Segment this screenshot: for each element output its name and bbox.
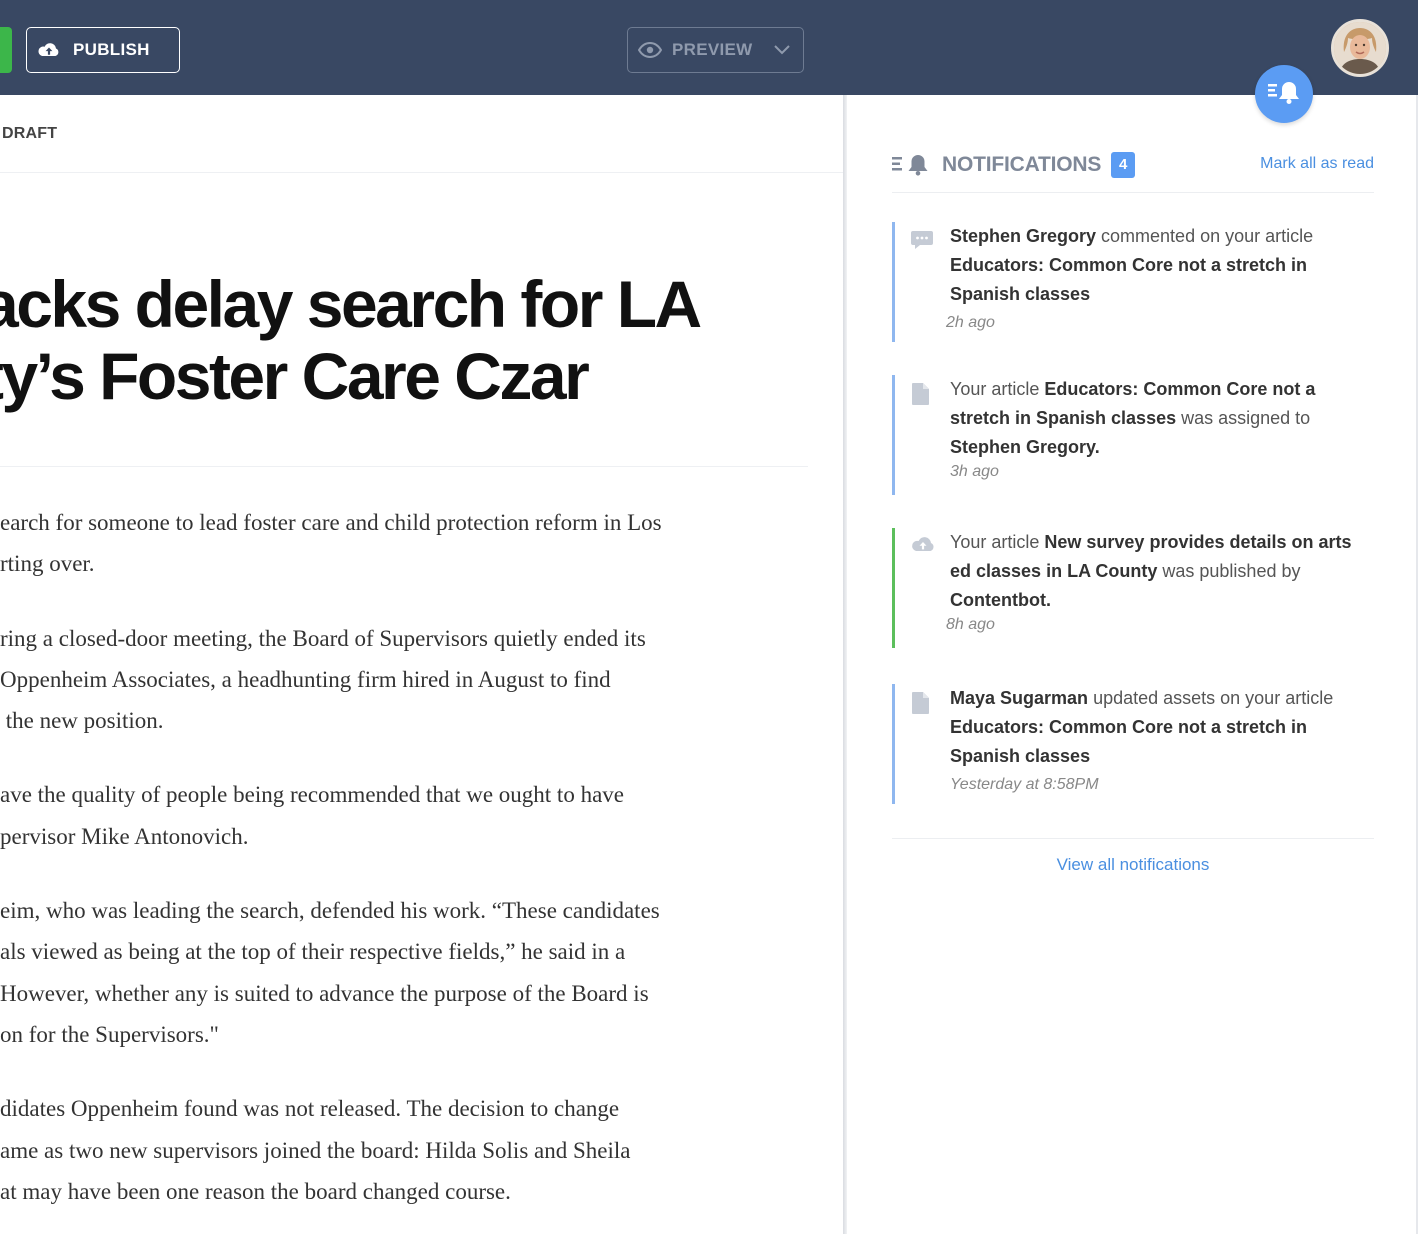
notifications-title: NOTIFICATIONS [942,153,1102,176]
notification-time: 2h ago [946,314,995,331]
document-icon [910,382,936,405]
view-all-notifications-link[interactable]: View all notifications [892,855,1374,875]
article-status: DRAFT [2,125,58,142]
eye-icon [638,42,664,58]
notifications-count-badge: 4 [1111,152,1136,178]
notification-actor: Stephen Gregory [950,226,1097,246]
notification-article[interactable]: Educators: Common Core not a stretch in … [950,717,1307,766]
notification-item[interactable]: Your article New survey provides details… [892,528,1374,648]
preview-button[interactable]: PREVIEW [627,27,804,73]
divider [892,192,1374,193]
article-paragraph[interactable]: ave the quality of people being recommen… [0,774,810,857]
article-editor: DRAFT acks delay search for LA ty’s Fost… [0,95,845,1234]
user-avatar[interactable] [1331,19,1389,77]
cloud-upload-icon [37,40,63,60]
divider [0,466,808,467]
notification-time: Yesterday at 8:58PM [950,776,1099,793]
notification-assignee: Stephen Gregory. [950,437,1100,457]
notification-text: Maya Sugarman updated assets on your art… [950,688,1334,766]
article-paragraph[interactable]: ring a closed-door meeting, the Board of… [0,618,810,742]
notification-article[interactable]: Educators: Common Core not a stretch in … [950,255,1307,304]
article-paragraph[interactable]: earch for someone to lead foster care an… [0,502,810,585]
divider [892,838,1374,839]
mark-all-read-link[interactable]: Mark all as read [1260,155,1374,173]
document-icon [910,691,936,714]
notifications-panel: NOTIFICATIONS 4 Mark all as read Stephen… [847,95,1416,1234]
article-paragraph[interactable]: eim, who was leading the search, defende… [0,890,810,1055]
notification-text: Your article Educators: Common Core not … [950,379,1316,457]
notification-item[interactable]: Maya Sugarman updated assets on your art… [892,684,1374,804]
comment-icon [910,229,936,251]
bell-icon [892,153,930,177]
save-button-edge[interactable] [0,27,12,73]
article-headline[interactable]: acks delay search for LA ty’s Foster Car… [0,268,842,412]
publish-button[interactable]: PUBLISH [26,27,180,73]
notification-actor: Maya Sugarman [950,688,1089,708]
top-toolbar: PUBLISH PREVIEW [0,0,1418,95]
notification-text: Your article New survey provides details… [950,532,1352,610]
article-paragraph[interactable]: didates Oppenheim found was not released… [0,1088,810,1212]
article-body[interactable]: earch for someone to lead foster care an… [0,502,810,1234]
preview-label: PREVIEW [672,40,753,59]
notification-time: 8h ago [946,616,995,633]
bell-icon [1266,79,1302,110]
cloud-upload-icon [910,535,936,557]
notification-time: 3h ago [950,463,999,480]
divider [0,172,845,173]
notifications-header: NOTIFICATIONS 4 Mark all as read [892,150,1374,180]
notification-item[interactable]: Stephen Gregory commented on your articl… [892,222,1374,342]
chevron-down-icon[interactable] [773,42,791,56]
notifications-toggle-button[interactable] [1255,65,1313,123]
notification-text: Stephen Gregory commented on your articl… [950,226,1314,304]
notification-publisher: Contentbot. [950,590,1051,610]
publish-label: PUBLISH [73,40,150,59]
notification-item[interactable]: Your article Educators: Common Core not … [892,375,1374,495]
